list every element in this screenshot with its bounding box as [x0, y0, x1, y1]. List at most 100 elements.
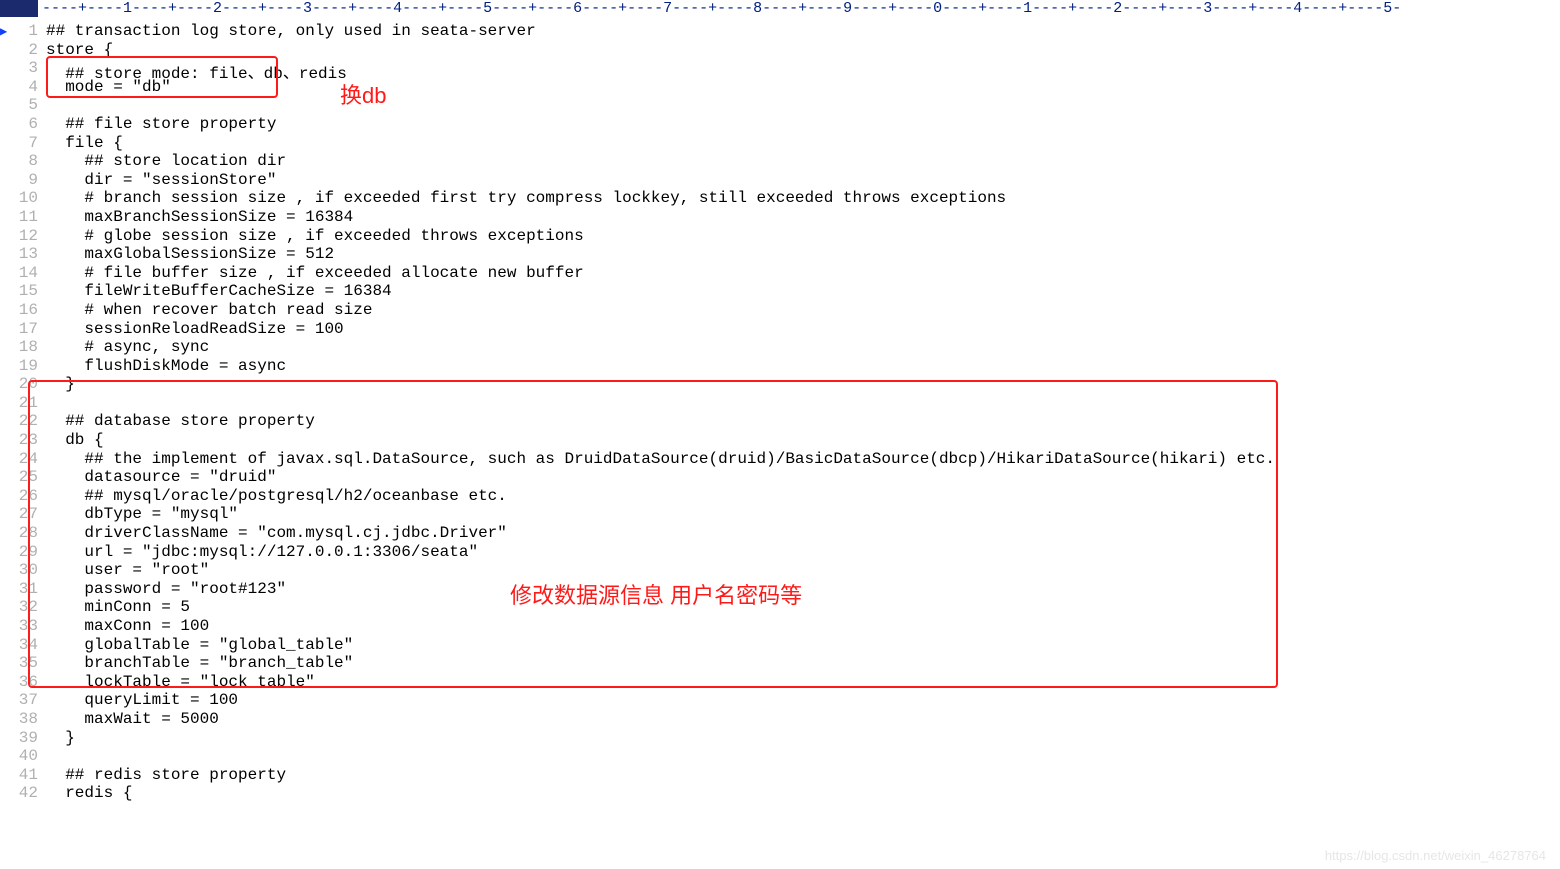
code-text[interactable]: store { [46, 41, 1560, 60]
code-text[interactable]: } [46, 729, 1560, 748]
code-line[interactable]: 19 flushDiskMode = async [0, 357, 1560, 376]
code-text[interactable]: # file buffer size , if exceeded allocat… [46, 264, 1560, 283]
watermark: https://blog.csdn.net/weixin_46278764 [1325, 848, 1546, 863]
code-text[interactable] [46, 96, 1560, 115]
code-text[interactable]: url = "jdbc:mysql://127.0.0.1:3306/seata… [46, 543, 1560, 562]
code-text[interactable]: ## database store property [46, 412, 1560, 431]
code-text[interactable]: sessionReloadReadSize = 100 [46, 320, 1560, 339]
code-line[interactable]: 25 datasource = "druid" [0, 468, 1560, 487]
code-line[interactable]: 34 globalTable = "global_table" [0, 636, 1560, 655]
code-text[interactable]: ## the implement of javax.sql.DataSource… [46, 450, 1560, 469]
code-text[interactable]: ## store mode: file、db、redis [46, 59, 1560, 78]
code-text[interactable]: minConn = 5 [46, 598, 1560, 617]
code-text[interactable]: file { [46, 134, 1560, 153]
code-text[interactable]: password = "root#123" [46, 580, 1560, 599]
code-text[interactable]: # globe session size , if exceeded throw… [46, 227, 1560, 246]
code-text[interactable] [46, 747, 1560, 766]
line-number: 5 [0, 96, 46, 115]
code-line[interactable]: 16 # when recover batch read size [0, 301, 1560, 320]
code-line[interactable]: 15 fileWriteBufferCacheSize = 16384 [0, 282, 1560, 301]
code-line[interactable]: 9 dir = "sessionStore" [0, 171, 1560, 190]
line-number: 40 [0, 747, 46, 766]
code-text[interactable]: } [46, 375, 1560, 394]
code-line[interactable]: 18 # async, sync [0, 338, 1560, 357]
code-line[interactable]: 39 } [0, 729, 1560, 748]
code-text[interactable]: ## redis store property [46, 766, 1560, 785]
code-line[interactable]: 27 dbType = "mysql" [0, 505, 1560, 524]
code-text[interactable]: db { [46, 431, 1560, 450]
code-line[interactable]: 11 maxBranchSessionSize = 16384 [0, 208, 1560, 227]
line-number: 24 [0, 450, 46, 469]
code-text[interactable]: ## file store property [46, 115, 1560, 134]
code-line[interactable]: 31 password = "root#123" [0, 580, 1560, 599]
code-text[interactable]: ## transaction log store, only used in s… [46, 22, 1560, 41]
code-line[interactable]: 2store { [0, 41, 1560, 60]
code-line[interactable]: 4 mode = "db" [0, 78, 1560, 97]
code-line[interactable]: 33 maxConn = 100 [0, 617, 1560, 636]
line-number: 23 [0, 431, 46, 450]
code-line[interactable]: 8 ## store location dir [0, 152, 1560, 171]
code-text[interactable] [46, 394, 1560, 413]
line-number: 14 [0, 264, 46, 283]
code-text[interactable]: lockTable = "lock_table" [46, 673, 1560, 692]
code-line[interactable]: 42 redis { [0, 784, 1560, 803]
code-text[interactable]: datasource = "druid" [46, 468, 1560, 487]
code-text[interactable]: redis { [46, 784, 1560, 803]
code-text[interactable]: maxWait = 5000 [46, 710, 1560, 729]
code-line[interactable]: 5 [0, 96, 1560, 115]
code-line[interactable]: 7 file { [0, 134, 1560, 153]
code-line[interactable]: 6 ## file store property [0, 115, 1560, 134]
line-number: 30 [0, 561, 46, 580]
code-text[interactable]: maxConn = 100 [46, 617, 1560, 636]
code-line[interactable]: 14 # file buffer size , if exceeded allo… [0, 264, 1560, 283]
code-text[interactable]: ## store location dir [46, 152, 1560, 171]
code-text[interactable]: # async, sync [46, 338, 1560, 357]
code-line[interactable]: 38 maxWait = 5000 [0, 710, 1560, 729]
code-text[interactable]: flushDiskMode = async [46, 357, 1560, 376]
code-line[interactable]: 37 queryLimit = 100 [0, 691, 1560, 710]
code-line[interactable]: 30 user = "root" [0, 561, 1560, 580]
code-line[interactable]: 23 db { [0, 431, 1560, 450]
code-text[interactable]: fileWriteBufferCacheSize = 16384 [46, 282, 1560, 301]
code-text[interactable]: queryLimit = 100 [46, 691, 1560, 710]
code-line[interactable]: 32 minConn = 5 [0, 598, 1560, 617]
code-line[interactable]: 10 # branch session size , if exceeded f… [0, 189, 1560, 208]
code-text[interactable]: dir = "sessionStore" [46, 171, 1560, 190]
code-text[interactable]: ## mysql/oracle/postgresql/h2/oceanbase … [46, 487, 1560, 506]
code-line[interactable]: 3 ## store mode: file、db、redis [0, 59, 1560, 78]
code-line[interactable]: 41 ## redis store property [0, 766, 1560, 785]
line-number: 20 [0, 375, 46, 394]
line-number: 34 [0, 636, 46, 655]
code-text[interactable]: globalTable = "global_table" [46, 636, 1560, 655]
code-text[interactable]: driverClassName = "com.mysql.cj.jdbc.Dri… [46, 524, 1560, 543]
code-line[interactable]: 1## transaction log store, only used in … [0, 22, 1560, 41]
code-editor[interactable]: 1## transaction log store, only used in … [0, 22, 1560, 869]
line-number: 9 [0, 171, 46, 190]
code-line[interactable]: 29 url = "jdbc:mysql://127.0.0.1:3306/se… [0, 543, 1560, 562]
code-line[interactable]: 17 sessionReloadReadSize = 100 [0, 320, 1560, 339]
code-text[interactable]: mode = "db" [46, 78, 1560, 97]
code-text[interactable]: branchTable = "branch_table" [46, 654, 1560, 673]
code-line[interactable]: 35 branchTable = "branch_table" [0, 654, 1560, 673]
code-line[interactable]: 20 } [0, 375, 1560, 394]
line-number: 27 [0, 505, 46, 524]
code-text[interactable]: # branch session size , if exceeded firs… [46, 189, 1560, 208]
code-line[interactable]: 24 ## the implement of javax.sql.DataSou… [0, 450, 1560, 469]
line-number: 26 [0, 487, 46, 506]
code-text[interactable]: user = "root" [46, 561, 1560, 580]
code-line[interactable]: 22 ## database store property [0, 412, 1560, 431]
code-line[interactable]: 28 driverClassName = "com.mysql.cj.jdbc.… [0, 524, 1560, 543]
code-line[interactable]: 12 # globe session size , if exceeded th… [0, 227, 1560, 246]
line-number: 41 [0, 766, 46, 785]
line-number: 25 [0, 468, 46, 487]
code-line[interactable]: 13 maxGlobalSessionSize = 512 [0, 245, 1560, 264]
code-line[interactable]: 21 [0, 394, 1560, 413]
code-text[interactable]: dbType = "mysql" [46, 505, 1560, 524]
code-text[interactable]: # when recover batch read size [46, 301, 1560, 320]
line-number: 8 [0, 152, 46, 171]
code-text[interactable]: maxBranchSessionSize = 16384 [46, 208, 1560, 227]
code-line[interactable]: 26 ## mysql/oracle/postgresql/h2/oceanba… [0, 487, 1560, 506]
code-line[interactable]: 36 lockTable = "lock_table" [0, 673, 1560, 692]
code-text[interactable]: maxGlobalSessionSize = 512 [46, 245, 1560, 264]
code-line[interactable]: 40 [0, 747, 1560, 766]
